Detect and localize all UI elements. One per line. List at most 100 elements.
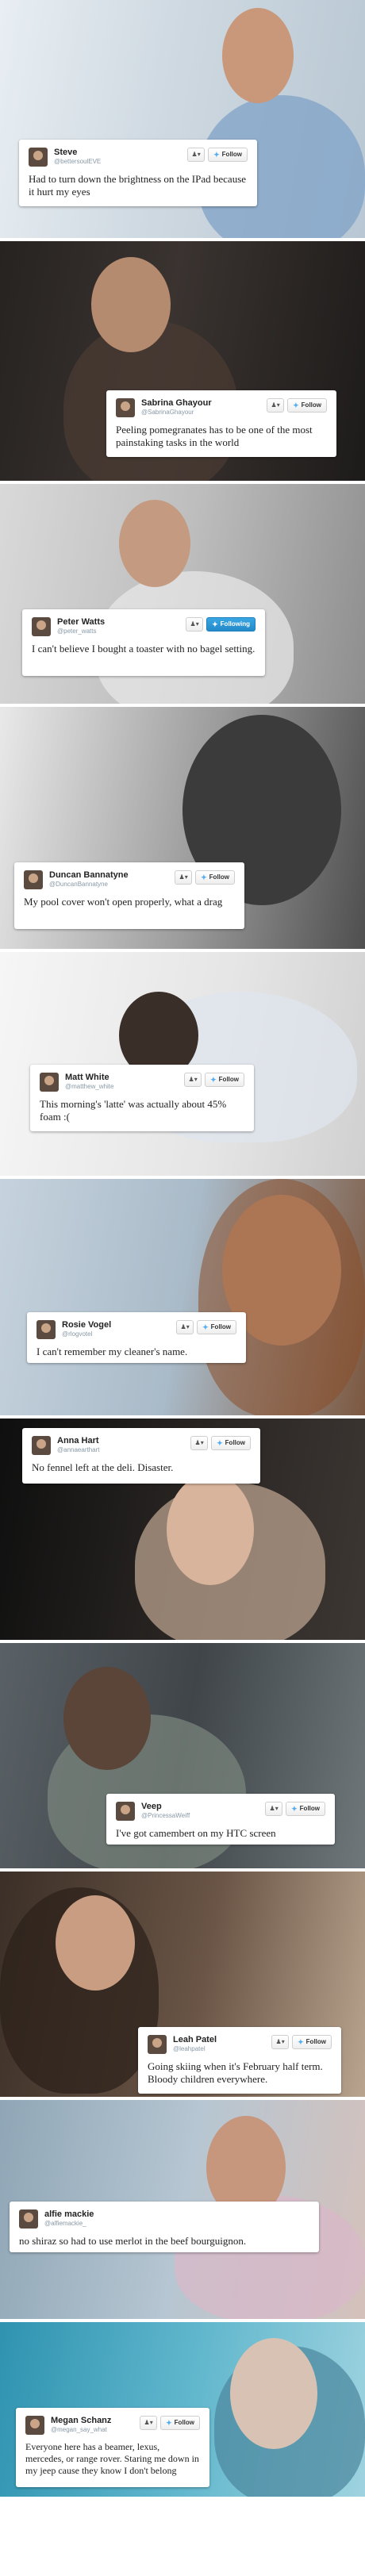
tweet-card: Matt White @matthew_white ♟▾ ✦ Follow Thi… <box>30 1065 254 1131</box>
tweet-card: alfie mackie @alfiemackie_ no shiraz so … <box>10 2202 319 2252</box>
tweet-author-handle[interactable]: @SabrinaGhayour <box>141 409 212 417</box>
follow-button[interactable]: ✦ Follow <box>287 398 327 413</box>
tweet-panel-8: Veep @PrincessaWeiff ♟▾ ✦ Follow I've got… <box>0 1643 365 1872</box>
tweet-card: Steve @bettersoulEVE ♟▾ ✦ Follow Had to t… <box>19 140 257 206</box>
twitter-bird-icon: ✦ <box>213 151 220 159</box>
user-actions-button[interactable]: ♟▾ <box>186 617 204 632</box>
person-head <box>119 500 190 587</box>
avatar[interactable] <box>40 1073 59 1092</box>
person-head <box>167 1474 254 1585</box>
twitter-bird-icon: ✦ <box>291 1805 298 1813</box>
avatar[interactable] <box>25 2416 44 2435</box>
follow-button[interactable]: ✦ Follow <box>195 870 235 885</box>
avatar[interactable] <box>36 1320 56 1339</box>
twitter-bird-icon: ✦ <box>293 401 299 409</box>
tweet-text: I can't believe I bought a toaster with … <box>32 643 256 655</box>
user-actions-button[interactable]: ♟▾ <box>271 2035 290 2049</box>
tweet-author-name[interactable]: Anna Hart <box>57 1436 100 1446</box>
follow-button[interactable]: ✦ Follow <box>208 148 248 162</box>
user-actions-button[interactable]: ♟▾ <box>187 148 206 162</box>
tweet-author-handle[interactable]: @DuncanBannatyne <box>49 881 129 889</box>
following-button[interactable]: ✦ Following <box>206 617 256 632</box>
tweet-author-name[interactable]: Matt White <box>65 1073 113 1083</box>
person-plus-icon: ♟▾ <box>271 401 280 409</box>
avatar[interactable] <box>148 2035 167 2054</box>
avatar[interactable] <box>19 2209 38 2229</box>
avatar[interactable] <box>116 1802 135 1821</box>
tweet-text: My pool cover won't open properly, what … <box>24 896 223 908</box>
person-plus-icon: ♟▾ <box>144 2419 153 2426</box>
tweet-author-name[interactable]: Rosie Vogel <box>62 1320 111 1330</box>
tweet-text: No fennel left at the deli. Disaster. <box>32 1461 174 1473</box>
tweet-author-name[interactable]: alfie mackie <box>44 2209 94 2220</box>
tweet-text: Everyone here has a beamer, lexus, merce… <box>25 2441 199 2476</box>
person-figure <box>198 1179 365 1415</box>
tweet-author-name[interactable]: Steve <box>54 148 101 158</box>
tweet-author-name[interactable]: Peter Watts <box>57 617 105 628</box>
follow-button[interactable]: ✦ Follow <box>292 2035 332 2049</box>
twitter-bird-icon: ✦ <box>166 2419 172 2427</box>
user-actions-button[interactable]: ♟▾ <box>265 1802 283 1816</box>
tweet-card: Anna Hart @annaearthart ♟▾ ✦ Follow No fe… <box>22 1428 260 1484</box>
follow-button[interactable]: ✦ Follow <box>197 1320 236 1334</box>
tweet-author-name[interactable]: Megan Schanz <box>51 2416 111 2426</box>
person-plus-icon: ♟▾ <box>191 151 201 158</box>
tweet-author-handle[interactable]: @matthew_white <box>65 1083 113 1091</box>
tweet-author-handle[interactable]: @bettersoulEVE <box>54 158 101 166</box>
tweet-text: I can't remember my cleaner's name. <box>36 1346 188 1357</box>
tweet-panel-9: Leah Patel @leahpatel ♟▾ ✦ Follow Going s… <box>0 1872 365 2100</box>
tweet-author-name[interactable]: Leah Patel <box>173 2035 217 2045</box>
tweet-text: Peeling pomegranates has to be one of th… <box>116 424 313 448</box>
tweet-card: Rosie Vogel @rlogvotel ♟▾ ✦ Follow I can'… <box>27 1312 246 1363</box>
user-actions-button[interactable]: ♟▾ <box>175 870 193 885</box>
person-head <box>56 1895 135 1991</box>
tweet-card: Leah Patel @leahpatel ♟▾ ✦ Follow Going s… <box>138 2027 341 2094</box>
tweet-panel-11: Megan Schanz @megan_say_what ♟▾ ✦ Follow … <box>0 2322 365 2497</box>
twitter-bird-icon: ✦ <box>298 2038 304 2046</box>
tweet-author-handle[interactable]: @annaearthart <box>57 1446 100 1454</box>
user-actions-button[interactable]: ♟▾ <box>190 1436 209 1450</box>
tweet-card: Veep @PrincessaWeiff ♟▾ ✦ Follow I've got… <box>106 1794 335 1845</box>
tweet-author-handle[interactable]: @rlogvotel <box>62 1330 111 1338</box>
avatar[interactable] <box>32 617 51 636</box>
user-actions-button[interactable]: ♟▾ <box>267 398 285 413</box>
tweet-text: Going skiing when it's February half ter… <box>148 2060 323 2085</box>
tweet-author-handle[interactable]: @alfiemackie_ <box>44 2220 94 2228</box>
follow-button[interactable]: ✦ Follow <box>160 2416 200 2430</box>
avatar[interactable] <box>116 398 135 417</box>
twitter-bird-icon: ✦ <box>217 1439 223 1447</box>
follow-button[interactable]: ✦ Follow <box>205 1073 244 1087</box>
avatar[interactable] <box>32 1436 51 1455</box>
person-plus-icon: ♟▾ <box>179 873 188 881</box>
tweet-panel-7: Anna Hart @annaearthart ♟▾ ✦ Follow No fe… <box>0 1419 365 1643</box>
person-head <box>230 2338 317 2449</box>
follow-button[interactable]: ✦ Follow <box>211 1436 251 1450</box>
person-plus-icon: ♟▾ <box>194 1439 204 1446</box>
tweet-text: no shiraz so had to use merlot in the be… <box>19 2235 247 2247</box>
avatar[interactable] <box>24 870 43 889</box>
tweet-author-name[interactable]: Sabrina Ghayour <box>141 398 212 409</box>
meme-feed: Steve @bettersoulEVE ♟▾ ✦ Follow Had to t… <box>0 0 365 2576</box>
tweet-card: Duncan Bannatyne @DuncanBannatyne ♟▾ ✦ Fo… <box>14 862 244 929</box>
tweet-author-handle[interactable]: @megan_say_what <box>51 2426 111 2434</box>
person-plus-icon: ♟▾ <box>190 620 199 628</box>
tweet-author-handle[interactable]: @peter_watts <box>57 628 105 635</box>
person-plus-icon: ♟▾ <box>275 2038 285 2045</box>
user-actions-button[interactable]: ♟▾ <box>176 1320 194 1334</box>
person-head <box>222 8 294 103</box>
user-actions-button[interactable]: ♟▾ <box>184 1073 202 1087</box>
tweet-author-handle[interactable]: @PrincessaWeiff <box>141 1812 190 1820</box>
tweet-panel-3: Peter Watts @peter_watts ♟▾ ✦ Following I… <box>0 484 365 707</box>
tweet-panel-1: Steve @bettersoulEVE ♟▾ ✦ Follow Had to t… <box>0 0 365 241</box>
tweet-text: Had to turn down the brightness on the I… <box>29 173 247 198</box>
follow-button[interactable]: ✦ Follow <box>286 1802 325 1816</box>
tweet-author-handle[interactable]: @leahpatel <box>173 2045 217 2053</box>
tweet-author-name[interactable]: Veep <box>141 1802 190 1812</box>
tweet-card: Megan Schanz @megan_say_what ♟▾ ✦ Follow … <box>16 2408 209 2487</box>
avatar[interactable] <box>29 148 48 167</box>
twitter-bird-icon: ✦ <box>210 1076 217 1084</box>
person-plus-icon: ♟▾ <box>180 1323 190 1330</box>
user-actions-button[interactable]: ♟▾ <box>140 2416 158 2430</box>
tweet-author-name[interactable]: Duncan Bannatyne <box>49 870 129 881</box>
twitter-bird-icon: ✦ <box>202 1323 209 1331</box>
